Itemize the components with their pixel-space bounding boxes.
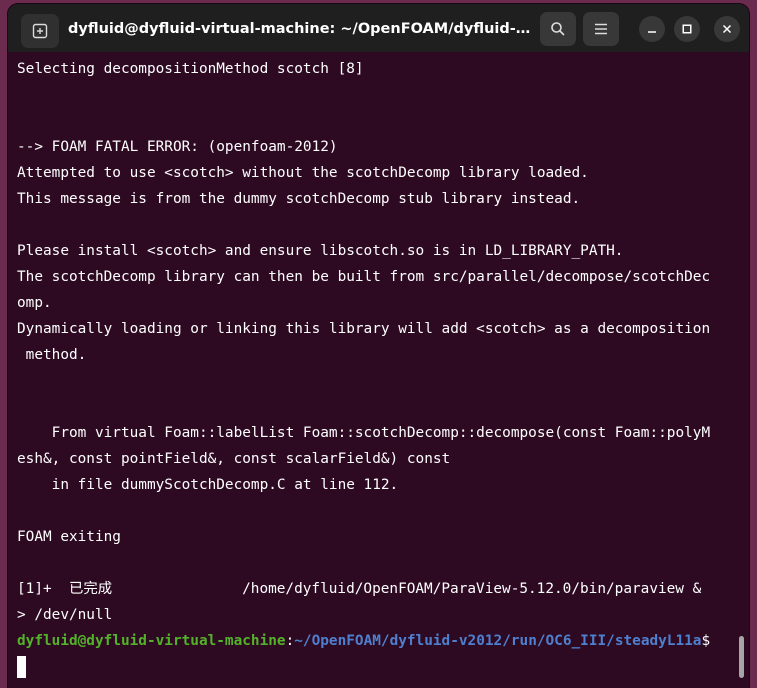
minimize-icon <box>647 24 657 34</box>
maximize-icon <box>682 24 692 34</box>
main-menu-button[interactable] <box>583 12 619 46</box>
terminal-line: This message is from the dummy scotchDec… <box>17 191 581 207</box>
close-button[interactable] <box>714 16 740 42</box>
terminal-output[interactable]: Selecting decompositionMethod scotch [8]… <box>17 56 737 688</box>
prompt-user-host: dyfluid@dyfluid-virtual-machine <box>17 633 286 649</box>
prompt-colon: : <box>285 633 295 649</box>
terminal-line: in file dummyScotchDecomp.C at line 112. <box>17 477 399 493</box>
shell-prompt: dyfluid@dyfluid-virtual-machine:~/OpenFO… <box>17 628 737 654</box>
prompt-path: ~/OpenFOAM/dyfluid-v2012/run/OC6_III/ste… <box>294 633 702 649</box>
terminal-line: method. <box>17 347 87 363</box>
terminal-line: Dynamically loading or linking this libr… <box>17 321 711 337</box>
close-icon <box>722 24 732 34</box>
terminal-line: --> FOAM FATAL ERROR: (openfoam-2012) <box>17 139 338 155</box>
text-cursor <box>17 656 26 678</box>
terminal-line: esh&, const pointField&, const scalarFie… <box>17 451 451 467</box>
new-tab-button[interactable] <box>21 14 59 48</box>
terminal-line: Please install <scotch> and ensure libsc… <box>17 243 624 259</box>
terminal-line: Selecting decompositionMethod scotch [8] <box>17 61 364 77</box>
terminal-line: From virtual Foam::labelList Foam::scotc… <box>17 425 711 441</box>
terminal-line: > /dev/null <box>17 607 113 623</box>
search-button[interactable] <box>540 12 576 46</box>
terminal-line: [1]+ 已完成 /home/dyfluid/OpenFOAM/ParaView… <box>17 581 702 597</box>
input-line[interactable] <box>17 654 737 680</box>
terminal-window: dyfluid@dyfluid-virtual-machine: ~/OpenF… <box>8 4 749 688</box>
prompt-symbol: $ <box>701 633 711 649</box>
minimize-button[interactable] <box>639 16 665 42</box>
terminal-line: omp. <box>17 295 52 311</box>
new-tab-icon <box>32 23 48 39</box>
terminal-line: FOAM exiting <box>17 529 121 545</box>
search-icon <box>550 21 566 37</box>
terminal-line: Attempted to use <scotch> without the sc… <box>17 165 589 181</box>
title-bar: dyfluid@dyfluid-virtual-machine: ~/OpenF… <box>8 4 749 52</box>
window-title: dyfluid@dyfluid-virtual-machine: ~/OpenF… <box>68 21 538 37</box>
scrollbar-thumb[interactable] <box>739 636 744 678</box>
terminal-line: The scotchDecomp library can then be bui… <box>17 269 711 285</box>
hamburger-menu-icon <box>594 23 608 35</box>
maximize-button[interactable] <box>674 16 700 42</box>
